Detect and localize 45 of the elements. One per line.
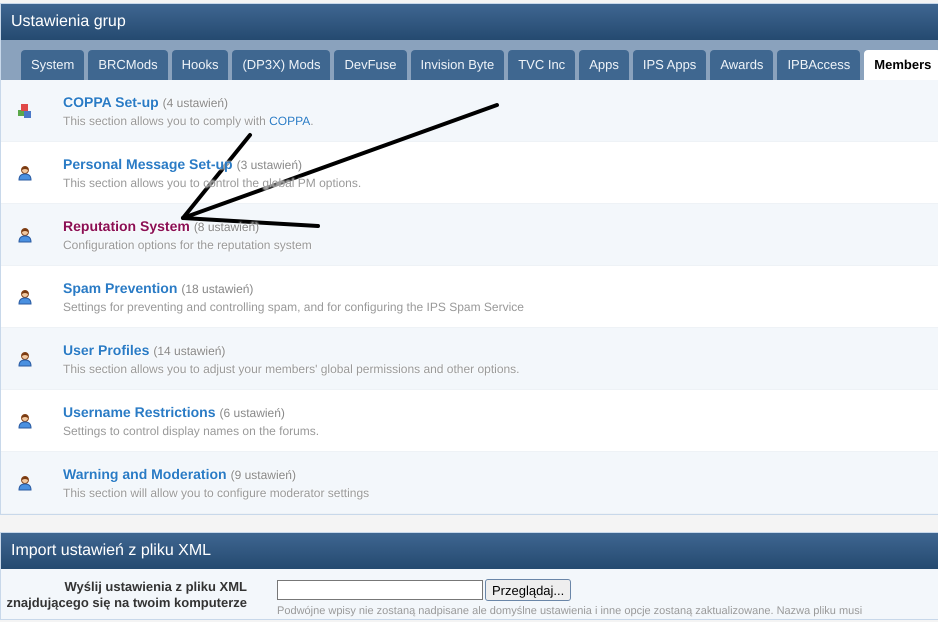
tab[interactable]: BRCMods: [88, 50, 168, 80]
group-link[interactable]: Reputation System: [63, 218, 190, 234]
group-link[interactable]: COPPA Set-up: [63, 94, 159, 110]
setting-count: (3 ustawień): [236, 158, 302, 172]
group-description: Settings to control display names on the forums.: [63, 424, 320, 438]
panel-title: Ustawienia grup: [11, 13, 126, 31]
user-icon: [17, 226, 33, 242]
user-icon: [17, 288, 33, 304]
tab[interactable]: Invision Byte: [410, 50, 504, 80]
panel-title: Import ustawień z pliku XML: [11, 542, 212, 560]
tab[interactable]: Awards: [710, 50, 774, 80]
tab[interactable]: Members: [864, 50, 938, 80]
tab[interactable]: Hooks: [172, 50, 228, 80]
file-field[interactable]: [277, 580, 483, 600]
setting-count: (8 ustawień): [194, 220, 260, 234]
group-link[interactable]: Warning and Moderation: [63, 466, 227, 482]
setting-count: (4 ustawień): [162, 96, 228, 110]
group-description: This section will allow you to configure moderator settings: [63, 486, 370, 500]
tab[interactable]: IPS Apps: [632, 50, 706, 80]
user-icon: [17, 474, 33, 490]
tab[interactable]: DevFuse: [334, 50, 407, 80]
group-description: Configuration options for the reputation system: [63, 238, 312, 252]
tab[interactable]: Apps: [579, 50, 629, 80]
group-description: This section allows you to adjust your members' global permissions and other options.: [63, 362, 520, 376]
coppa-link[interactable]: COPPA: [269, 114, 310, 128]
group-description: This section allows you to comply with COPPA.: [63, 114, 314, 128]
user-icon: [17, 350, 33, 366]
group-link[interactable]: User Profiles: [63, 342, 150, 358]
tab[interactable]: (DP3X) Mods: [232, 50, 330, 80]
field-label: Wyślij ustawienia z pliku XML znajdującego się na twoim komputerze: [5, 579, 247, 612]
setting-count: (9 ustawień): [230, 468, 296, 482]
tab[interactable]: TVC Inc: [508, 50, 576, 80]
tab[interactable]: System: [21, 50, 84, 80]
browse-button[interactable]: Przeglądaj...: [485, 579, 572, 601]
group-link[interactable]: Spam Prevention: [63, 280, 178, 296]
user-icon: [17, 164, 33, 180]
setting-count: (14 ustawień): [153, 344, 226, 358]
group-description: Settings for preventing and controlling spam, and for configuring the IPS Spam Service: [63, 300, 524, 314]
hint-text: Podwójne wpisy nie zostaną nadpisane ale domyślne ustawienia i inne opcje zostaną zaktualizowane. Nazwa pliku musi: [277, 605, 862, 617]
setting-count: (18 ustawień): [181, 282, 254, 296]
tab[interactable]: IPBAccess: [777, 50, 860, 80]
user-icon: [17, 412, 33, 428]
group-link[interactable]: Username Restrictions: [63, 404, 216, 420]
setting-count: (6 ustawień): [220, 406, 285, 420]
cubes-icon: [17, 102, 33, 118]
